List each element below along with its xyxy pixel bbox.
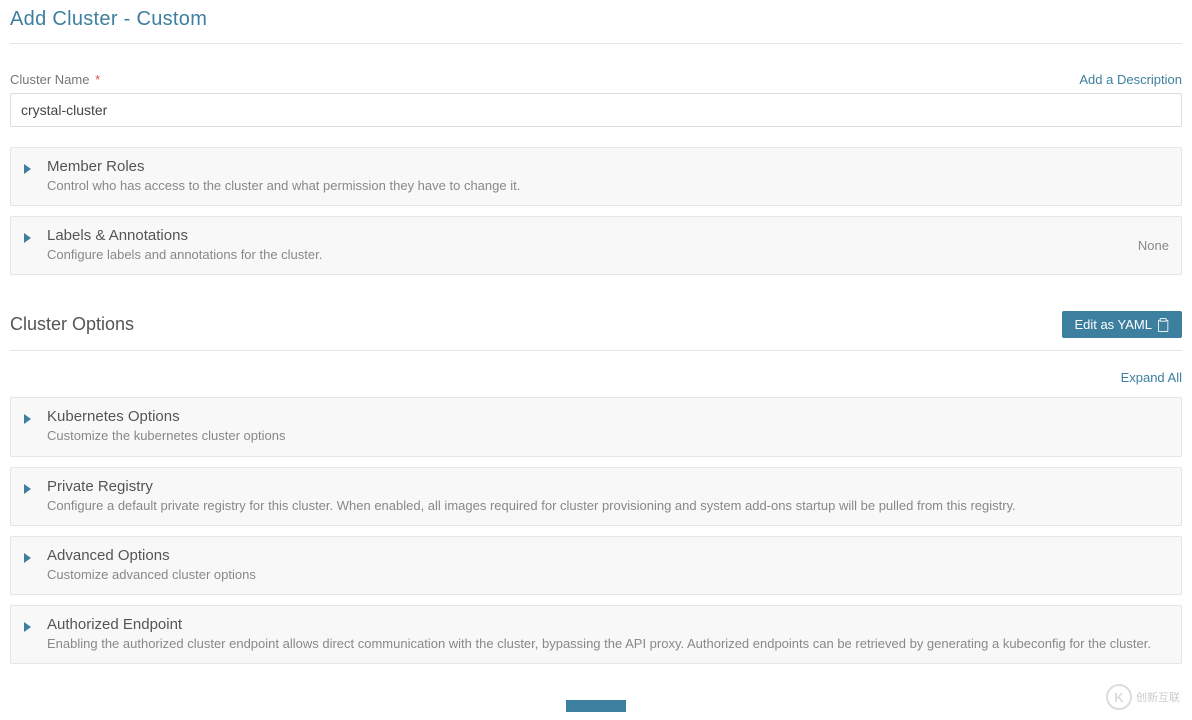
panel-title: Authorized Endpoint [47,616,1169,633]
panel-description: Customize advanced cluster options [47,566,1169,584]
watermark-text: 创新互联 [1136,689,1180,705]
chevron-right-icon [23,162,41,178]
panel-description: Enabling the authorized cluster endpoint… [47,635,1169,653]
panel-title: Labels & Annotations [47,227,1122,244]
clipboard-icon [1158,318,1170,332]
chevron-right-icon [23,482,41,498]
panel-labels-annotations[interactable]: Labels & Annotations Configure labels an… [10,216,1182,275]
cluster-name-input[interactable] [10,93,1182,127]
edit-as-yaml-button[interactable]: Edit as YAML [1062,311,1182,338]
panel-description: Configure a default private registry for… [47,497,1169,515]
add-description-link[interactable]: Add a Description [1079,72,1182,87]
page-title: Add Cluster - Custom [10,8,1182,44]
chevron-right-icon [23,551,41,567]
watermark: K 创新互联 [1106,684,1180,710]
chevron-right-icon [23,620,41,636]
panel-private-registry[interactable]: Private Registry Configure a default pri… [10,467,1182,526]
cluster-options-title: Cluster Options [10,314,134,335]
panel-description: Customize the kubernetes cluster options [47,427,1169,445]
footer-primary-button[interactable] [566,700,626,712]
panel-kubernetes-options[interactable]: Kubernetes Options Customize the kuberne… [10,397,1182,456]
panel-right-value: None [1138,238,1169,253]
panel-description: Configure labels and annotations for the… [47,246,1122,264]
panel-description: Control who has access to the cluster an… [47,177,1169,195]
chevron-right-icon [23,412,41,428]
panel-title: Private Registry [47,478,1169,495]
watermark-logo-icon: K [1106,684,1132,710]
panel-title: Member Roles [47,158,1169,175]
panel-title: Advanced Options [47,547,1169,564]
chevron-right-icon [23,231,41,247]
panel-member-roles[interactable]: Member Roles Control who has access to t… [10,147,1182,206]
panel-authorized-endpoint[interactable]: Authorized Endpoint Enabling the authori… [10,605,1182,664]
panel-title: Kubernetes Options [47,408,1169,425]
cluster-name-label: Cluster Name * [10,72,100,87]
panel-advanced-options[interactable]: Advanced Options Customize advanced clus… [10,536,1182,595]
expand-all-link[interactable]: Expand All [1121,370,1182,385]
required-marker: * [95,72,100,87]
